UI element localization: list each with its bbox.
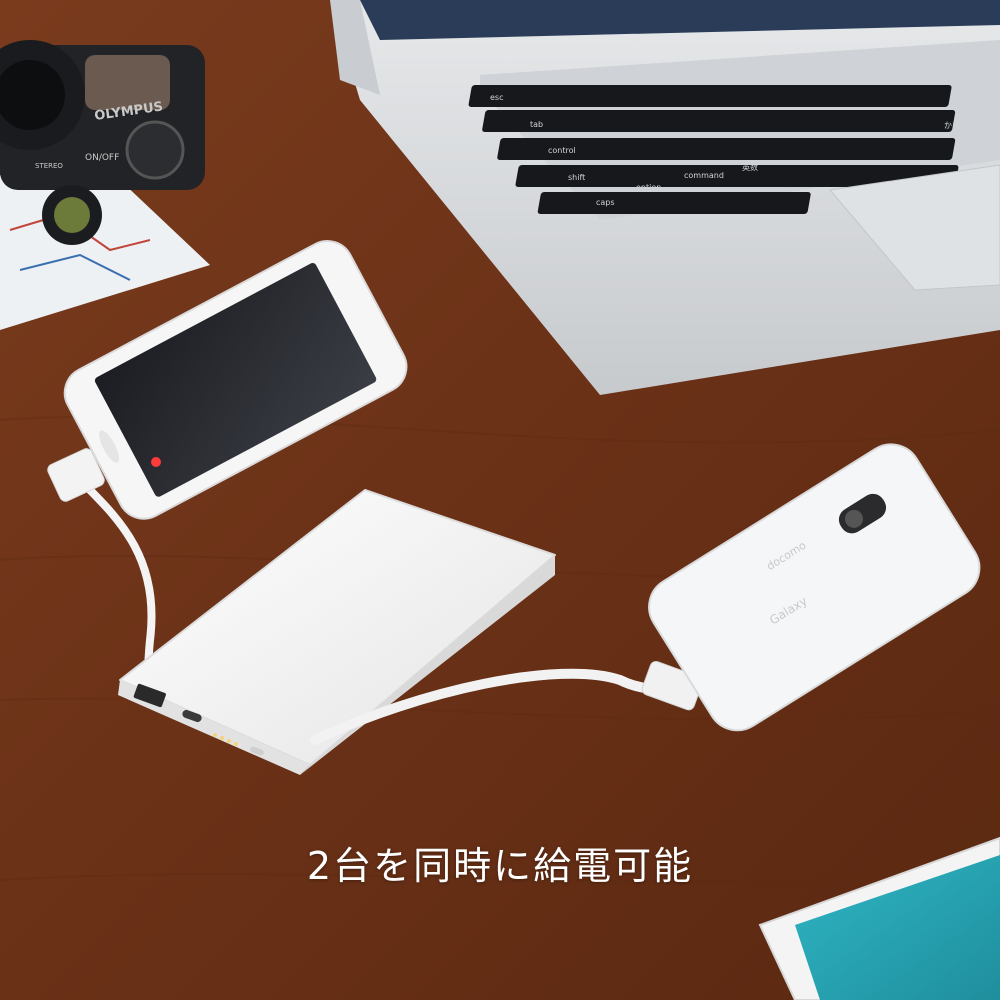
- key-shift-label: shift: [568, 173, 585, 182]
- key-command-label: command: [684, 171, 724, 180]
- key-eisu-label: 英数: [742, 162, 758, 172]
- caption-text: 2台を同時に給電可能: [306, 844, 694, 888]
- key-kana-label: かな: [944, 121, 960, 130]
- key-esc-label: esc: [490, 93, 504, 102]
- key-tab-label: tab: [530, 120, 543, 129]
- camera-switch-label: ON/OFF: [85, 153, 119, 163]
- key-caps-label: caps: [596, 198, 615, 207]
- key-option-label: option: [636, 183, 661, 192]
- key-control-label: control: [548, 146, 576, 155]
- camera-stereo-label: STEREO: [35, 162, 63, 170]
- phone-left-led: [151, 457, 161, 467]
